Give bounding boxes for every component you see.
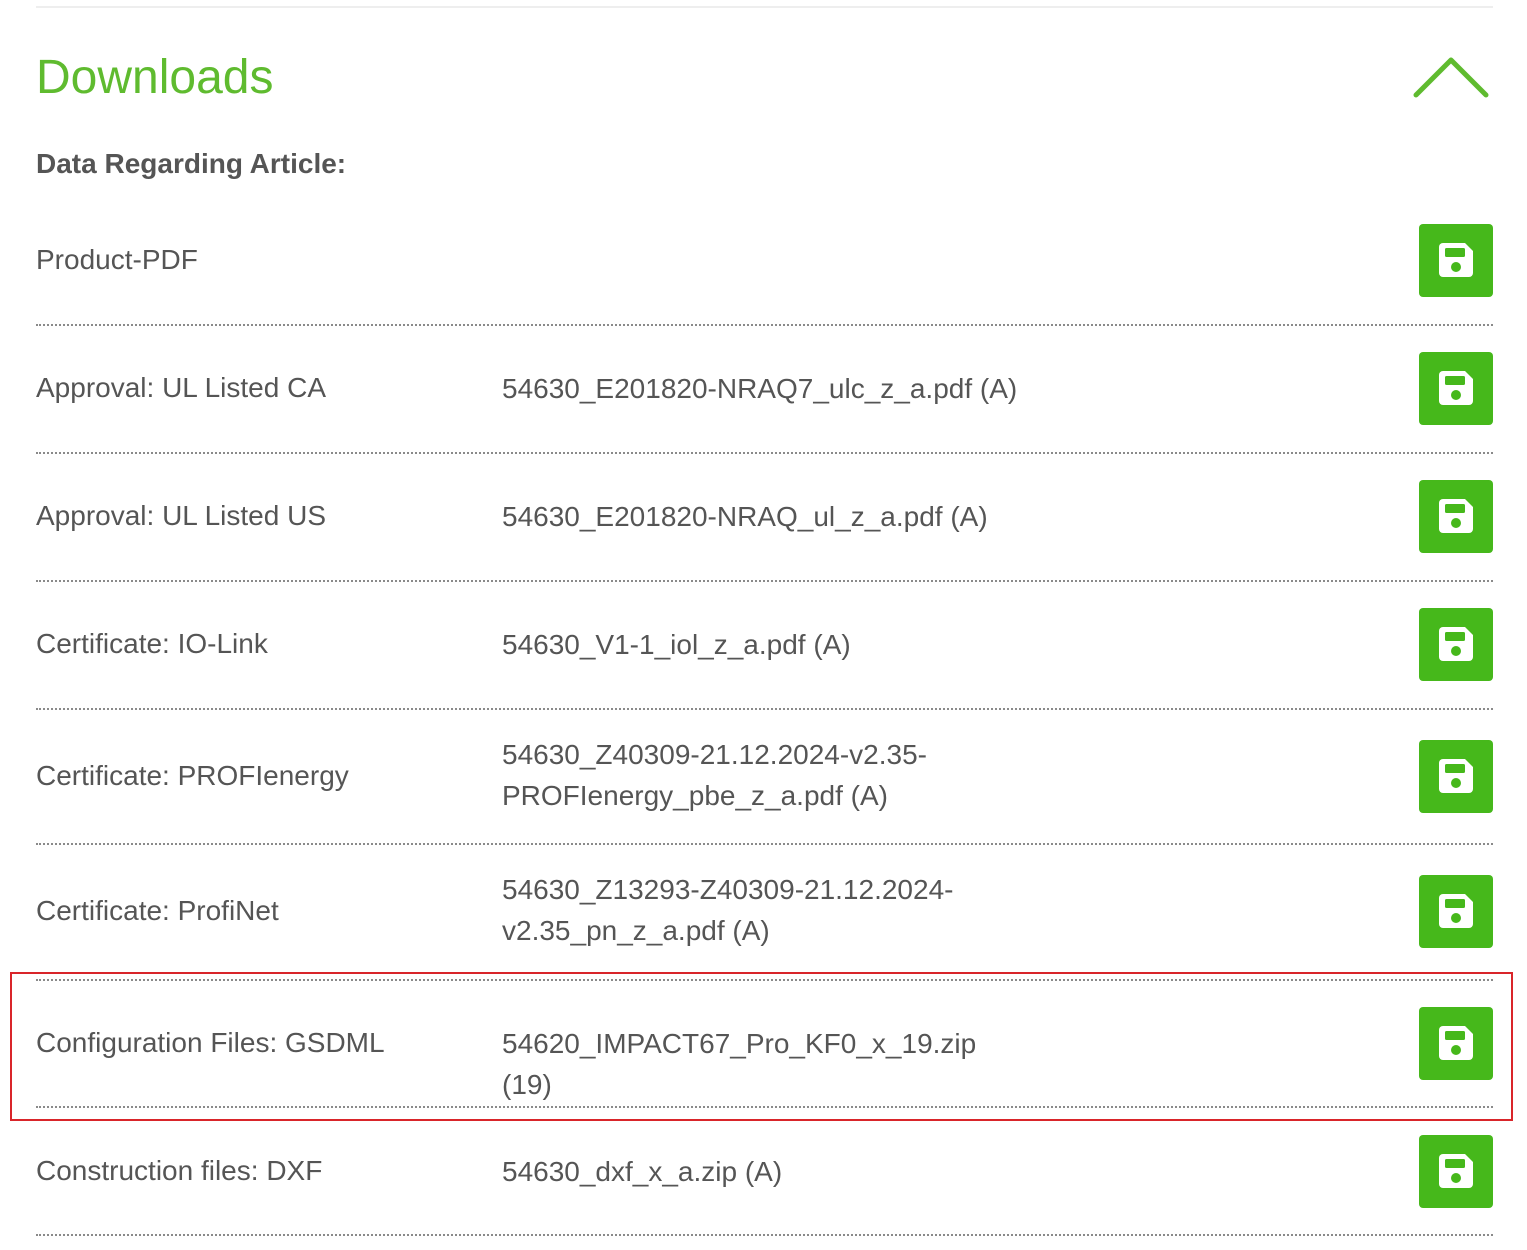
download-button[interactable] bbox=[1419, 875, 1493, 948]
download-button[interactable] bbox=[1419, 480, 1493, 553]
download-label: Approval: UL Listed CA bbox=[36, 372, 326, 403]
row-divider bbox=[36, 580, 1493, 582]
download-row: Configuration Files: GSDML 54620_IMPACT67… bbox=[36, 1007, 1493, 1100]
top-divider bbox=[36, 6, 1493, 8]
download-label: Certificate: IO-Link bbox=[36, 628, 268, 659]
download-filename-line: v2.35_pn_z_a.pdf (A) bbox=[502, 915, 770, 946]
download-row: Certificate: IO-Link 54630_V1-1_iol_z_a.p… bbox=[36, 608, 1493, 681]
collapse-toggle-button[interactable] bbox=[1412, 54, 1490, 100]
floppy-disk-icon bbox=[1439, 243, 1473, 277]
download-filename-line: 54630_Z40309-21.12.2024-v2.35- bbox=[502, 739, 928, 770]
download-filename-line: 54620_IMPACT67_Pro_KF0_x_19.zip (19) bbox=[502, 1028, 977, 1100]
download-filename: 54630_V1-1_iol_z_a.pdf (A) bbox=[502, 624, 1022, 665]
download-label: Configuration Files: GSDML bbox=[36, 1027, 385, 1058]
row-divider bbox=[36, 452, 1493, 454]
download-label: Certificate: ProfiNet bbox=[36, 895, 279, 926]
download-button[interactable] bbox=[1419, 740, 1493, 813]
download-row: Product-PDF bbox=[36, 224, 1493, 297]
floppy-disk-icon bbox=[1439, 627, 1473, 661]
download-filename-line: 54630_Z13293-Z40309-21.12.2024- bbox=[502, 874, 954, 905]
row-divider bbox=[36, 1234, 1493, 1236]
download-filename: 54620_IMPACT67_Pro_KF0_x_19.zip (19) bbox=[502, 1023, 1022, 1105]
download-filename-line: 54630_V1-1_iol_z_a.pdf (A) bbox=[502, 629, 851, 660]
download-filename-line: 54630_E201820-NRAQ_ul_z_a.pdf (A) bbox=[502, 501, 988, 532]
row-divider bbox=[36, 979, 1493, 981]
download-button[interactable] bbox=[1419, 1135, 1493, 1208]
row-divider bbox=[36, 324, 1493, 326]
download-button[interactable] bbox=[1419, 352, 1493, 425]
download-filename-line: 54630_E201820-NRAQ7_ulc_z_a.pdf (A) bbox=[502, 373, 1018, 404]
download-row: Construction files: DXF 54630_dxf_x_a.zip… bbox=[36, 1135, 1493, 1208]
download-label: Product-PDF bbox=[36, 244, 198, 275]
floppy-disk-icon bbox=[1439, 1154, 1473, 1188]
download-label: Construction files: DXF bbox=[36, 1155, 323, 1186]
download-button[interactable] bbox=[1419, 608, 1493, 681]
download-row: Certificate: PROFIenergy 54630_Z40309-21.… bbox=[36, 734, 1493, 820]
chevron-up-icon bbox=[1413, 57, 1489, 98]
downloads-page: Downloads Data Regarding Article: Produc… bbox=[0, 0, 1527, 1250]
row-divider bbox=[36, 708, 1493, 710]
download-filename-line: 54630_dxf_x_a.zip (A) bbox=[502, 1156, 783, 1187]
floppy-disk-icon bbox=[1439, 1026, 1473, 1060]
download-filename: 54630_Z13293-Z40309-21.12.2024- v2.35_pn_… bbox=[502, 869, 1022, 951]
row-divider bbox=[36, 1106, 1493, 1108]
row-divider bbox=[36, 843, 1493, 845]
download-button[interactable] bbox=[1419, 1007, 1493, 1080]
download-filename: 54630_Z40309-21.12.2024-v2.35- PROFIenerg… bbox=[502, 734, 1022, 816]
download-filename-line: PROFIenergy_pbe_z_a.pdf (A) bbox=[502, 780, 888, 811]
download-row: Approval: UL Listed CA 54630_E201820-NRAQ… bbox=[36, 352, 1493, 425]
download-filename: 54630_E201820-NRAQ_ul_z_a.pdf (A) bbox=[502, 496, 1022, 537]
download-row: Certificate: ProfiNet 54630_Z13293-Z40309… bbox=[36, 869, 1493, 955]
section-title: Downloads bbox=[36, 51, 274, 104]
floppy-disk-icon bbox=[1439, 759, 1473, 793]
subheading: Data Regarding Article: bbox=[36, 148, 347, 179]
floppy-disk-icon bbox=[1439, 894, 1473, 928]
download-button[interactable] bbox=[1419, 224, 1493, 297]
download-label: Approval: UL Listed US bbox=[36, 500, 326, 531]
download-label: Certificate: PROFIenergy bbox=[36, 760, 349, 791]
floppy-disk-icon bbox=[1439, 499, 1473, 533]
floppy-disk-icon bbox=[1439, 371, 1473, 405]
download-filename: 54630_dxf_x_a.zip (A) bbox=[502, 1151, 1022, 1192]
download-filename: 54630_E201820-NRAQ7_ulc_z_a.pdf (A) bbox=[502, 368, 1022, 409]
download-row: Approval: UL Listed US 54630_E201820-NRAQ… bbox=[36, 480, 1493, 553]
